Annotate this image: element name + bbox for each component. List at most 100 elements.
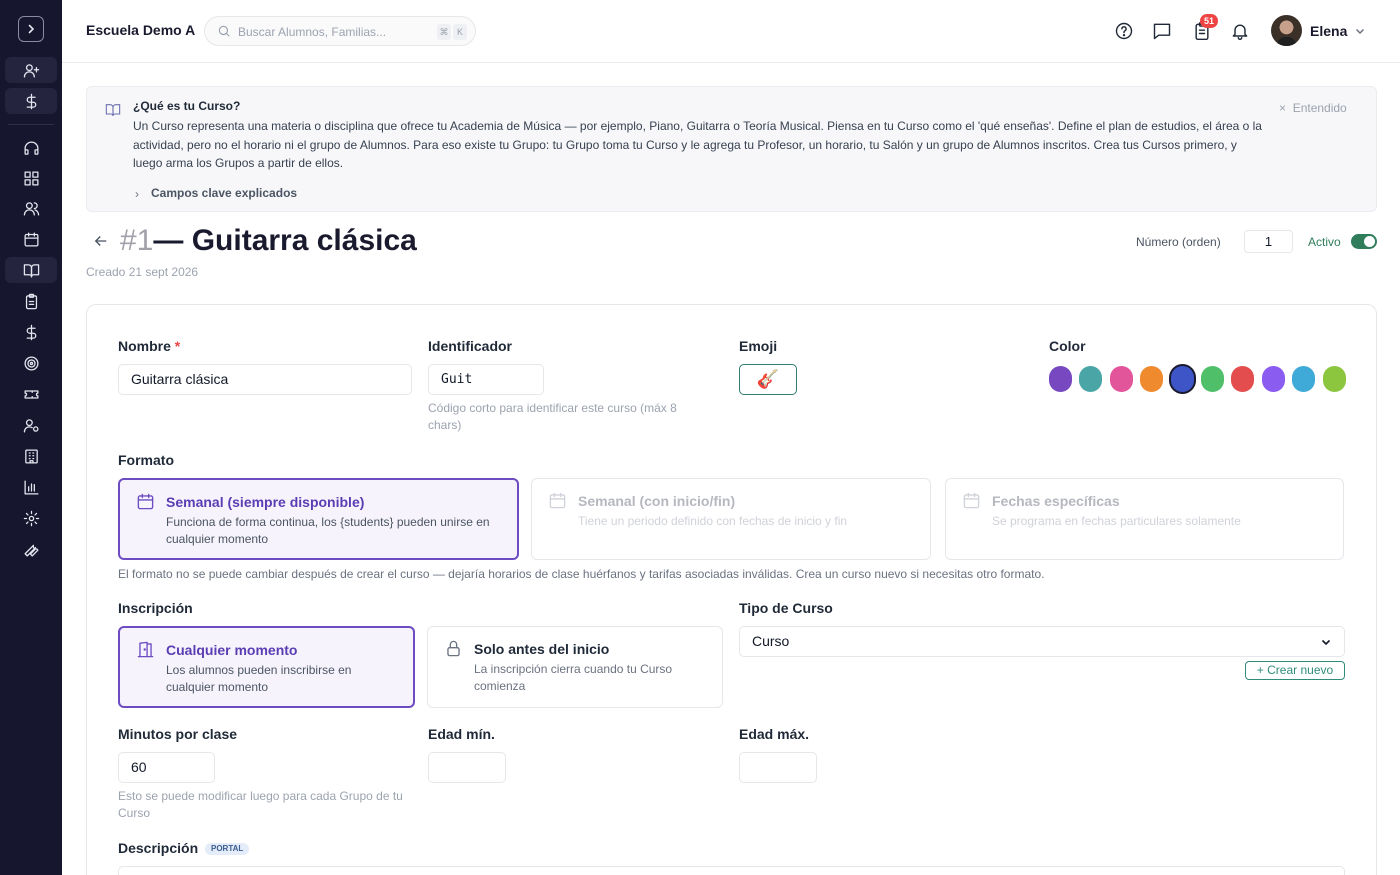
course-type-label: Tipo de Curso [739, 600, 833, 616]
enrollment-option-anytime[interactable]: Cualquier momento Los alumnos pueden ins… [118, 626, 415, 708]
dismiss-button[interactable]: × Entendido [1279, 101, 1347, 115]
chevron-right-icon [28, 24, 35, 34]
sidebar-item-tools[interactable] [5, 536, 57, 562]
chevron-right-icon[interactable]: › [135, 187, 139, 201]
sidebar-item-calendar[interactable] [5, 226, 57, 252]
dollar-icon [26, 93, 36, 109]
enrollment-option-title: Solo antes del inicio [474, 641, 610, 657]
description-input[interactable] [118, 866, 1345, 875]
format-option-title: Semanal (con inicio/fin) [578, 493, 736, 509]
color-swatch[interactable] [1231, 366, 1255, 392]
shortcut-key-k: K [453, 24, 467, 40]
message-square-icon [1153, 23, 1171, 40]
sidebar-item-reports[interactable] [5, 474, 57, 500]
book-icon [105, 102, 121, 118]
messages-button[interactable] [1152, 21, 1172, 41]
search-input[interactable]: Buscar Alumnos, Familias... ⌘ K [204, 16, 476, 46]
sidebar-toggle-button[interactable] [18, 16, 44, 42]
info-title: ¿Qué es tu Curso? [133, 99, 241, 113]
minutes-input[interactable]: 60 [118, 752, 215, 783]
min-age-input[interactable] [428, 752, 506, 783]
building-icon [24, 448, 38, 464]
avatar[interactable] [1271, 15, 1302, 46]
sidebar-item-students[interactable] [5, 195, 57, 221]
format-option-specific-dates: Fechas específicas Se programa en fechas… [945, 478, 1344, 560]
format-option-desc: Tiene un periodo definido con fechas de … [578, 514, 848, 528]
lock-icon [444, 639, 463, 658]
color-swatch[interactable] [1140, 366, 1164, 392]
search-placeholder: Buscar Alumnos, Familias... [238, 25, 387, 39]
page-title: #1— Guitarra clásica [120, 224, 417, 258]
calendar-icon [23, 231, 39, 247]
target-icon [23, 355, 39, 371]
sidebar-item-staff[interactable] [5, 412, 57, 438]
sidebar-item-school[interactable] [5, 443, 57, 469]
format-option-weekly-always[interactable]: Semanal (siempre disponible) Funciona de… [118, 478, 519, 560]
help-circle-icon [1115, 22, 1133, 40]
sidebar-item-billing[interactable] [5, 88, 57, 114]
chevron-down-icon [1321, 639, 1331, 646]
sidebar-item-support[interactable] [5, 135, 57, 161]
sidebar-divider [8, 124, 54, 125]
emoji-label: Emoji [739, 338, 778, 354]
course-type-value: Curso [752, 633, 790, 649]
color-swatch[interactable] [1322, 366, 1346, 392]
format-option-desc: Se programa en fechas particulares solam… [992, 514, 1241, 528]
book-open-icon [23, 263, 39, 278]
notifications-button[interactable] [1230, 21, 1250, 41]
color-swatch[interactable] [1201, 366, 1224, 392]
emoji-picker-button[interactable]: 🎸 [739, 364, 797, 395]
enrollment-option-before-start[interactable]: Solo antes del inicio La inscripción cie… [427, 626, 723, 708]
format-option-weekly-dated: Semanal (con inicio/fin) Tiene un period… [531, 478, 931, 560]
name-input[interactable]: Guitarra clásica [118, 364, 412, 395]
created-date: Creado 21 sept 2026 [86, 265, 199, 279]
arrow-left-icon [94, 236, 107, 246]
enrollment-option-title: Cualquier momento [166, 642, 298, 658]
description-label: Descripción [118, 840, 199, 856]
school-name[interactable]: Escuela Demo A [86, 22, 195, 38]
grid-icon [23, 170, 39, 186]
format-note: El formato no se puede cambiar después d… [118, 567, 1045, 581]
user-name[interactable]: Elena [1310, 23, 1347, 39]
format-label: Formato [118, 452, 174, 468]
sidebar-item-courses[interactable] [5, 257, 57, 283]
sidebar-item-payments[interactable] [5, 319, 57, 345]
sidebar-item-add-user[interactable] [5, 57, 57, 83]
door-icon [136, 640, 155, 659]
color-swatch[interactable] [1261, 366, 1285, 392]
course-type-select[interactable]: Curso [739, 626, 1345, 657]
chevron-down-icon[interactable] [1354, 25, 1366, 37]
active-label: Activo [1308, 235, 1341, 249]
color-swatch[interactable] [1049, 366, 1072, 392]
color-swatch[interactable] [1109, 366, 1133, 392]
color-swatch[interactable] [1079, 366, 1103, 392]
shortcut-key-cmd: ⌘ [437, 24, 451, 40]
search-icon [218, 25, 230, 37]
key-fields-expander[interactable]: Campos clave explicados [151, 186, 297, 200]
top-bar: Escuela Demo A Buscar Alumnos, Familias.… [62, 0, 1400, 63]
minutes-hint: Esto se puede modificar luego para cada … [118, 789, 403, 820]
color-swatch[interactable] [1170, 366, 1194, 392]
notification-count-badge: 51 [1200, 14, 1219, 28]
identifier-input[interactable]: Guit [428, 364, 544, 395]
active-toggle[interactable] [1351, 234, 1377, 249]
sidebar [0, 0, 62, 875]
clipboard-icon [25, 293, 37, 309]
min-age-label: Edad mín. [428, 726, 495, 742]
back-button[interactable] [92, 232, 110, 250]
enrollment-option-desc: Los alumnos pueden inscribirse en cualqu… [166, 663, 352, 694]
max-age-input[interactable] [739, 752, 817, 783]
help-button[interactable] [1114, 21, 1134, 41]
sidebar-item-tickets[interactable] [5, 381, 57, 407]
wrench-icon [23, 544, 39, 557]
course-number: #1 [120, 224, 154, 257]
required-marker: * [174, 338, 181, 354]
sidebar-item-goals[interactable] [5, 350, 57, 376]
sidebar-item-settings[interactable] [5, 505, 57, 531]
close-icon: × [1279, 101, 1293, 115]
create-new-course-type-button[interactable]: + Crear nuevo [1245, 661, 1345, 680]
sidebar-item-dashboard[interactable] [5, 165, 57, 191]
order-input[interactable]: 1 [1244, 230, 1293, 253]
sidebar-item-attendance[interactable] [5, 288, 57, 314]
color-swatch[interactable] [1292, 366, 1316, 392]
